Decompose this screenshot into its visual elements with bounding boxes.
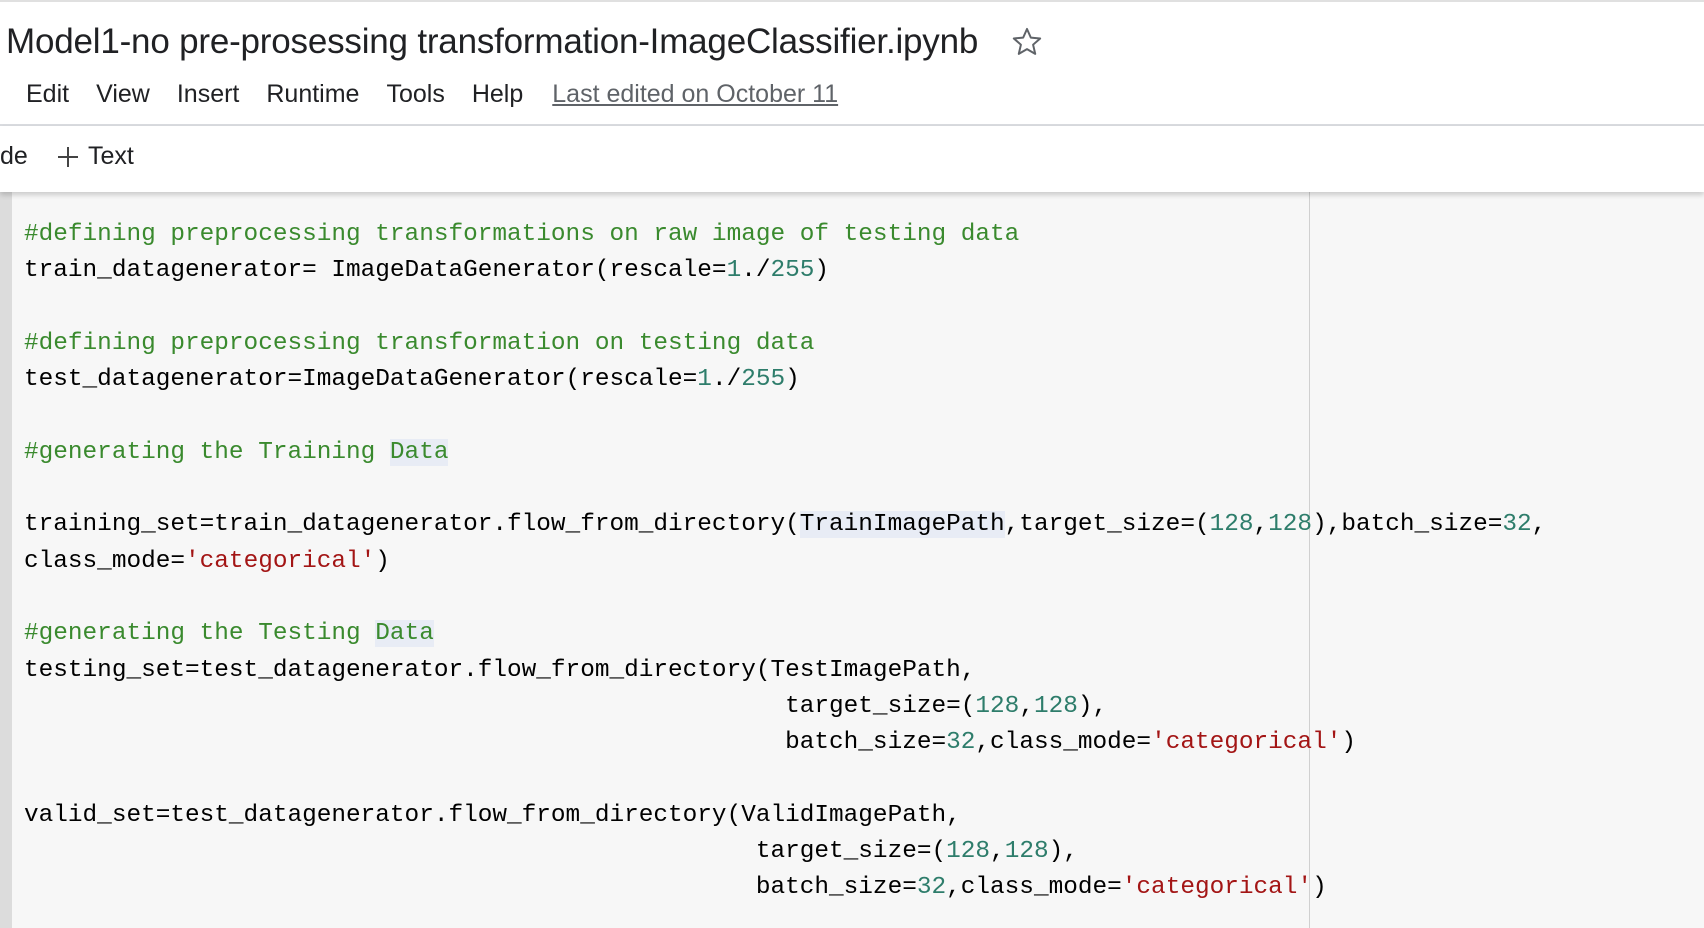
menu-item-runtime[interactable]: Runtime xyxy=(266,80,359,109)
code-line[interactable]: target_size=(128,128), xyxy=(24,834,1546,870)
code-token-plain: ) xyxy=(785,366,800,394)
code-token-plain: test_datagenerator=ImageDataGenerator(re… xyxy=(24,366,698,394)
code-token-plain: batch_size= xyxy=(24,874,917,902)
add-text-button[interactable]: Text xyxy=(58,142,134,171)
last-edited-link[interactable]: Last edited on October 11 xyxy=(552,80,838,109)
menu-item-edit[interactable]: Edit xyxy=(26,80,69,109)
code-line[interactable]: training_set=train_datagenerator.flow_fr… xyxy=(24,507,1546,543)
code-token-plain: ,class_mode= xyxy=(946,874,1122,902)
code-token-string: 'categorical' xyxy=(1121,874,1313,902)
code-token-plain: , xyxy=(1019,692,1034,720)
code-cell[interactable]: #defining preprocessing transformations … xyxy=(0,192,1704,928)
code-line[interactable]: #generating the Training Data xyxy=(24,435,1546,471)
code-token-plain: class_mode= xyxy=(24,547,186,575)
code-token-plain: train_datagenerator= ImageDataGenerator(… xyxy=(24,257,727,285)
code-token-plain: ,target_size=( xyxy=(1004,511,1210,539)
code-line[interactable]: batch_size=32,class_mode='categorical') xyxy=(24,725,1546,761)
code-line[interactable]: test_datagenerator=ImageDataGenerator(re… xyxy=(24,362,1546,398)
code-line[interactable] xyxy=(24,580,1546,616)
code-line[interactable]: #defining preprocessing transformations … xyxy=(24,217,1546,253)
code-token-plain: training_set=train_datagenerator.flow_fr… xyxy=(24,511,800,539)
plus-icon xyxy=(58,146,78,167)
star-icon[interactable] xyxy=(1010,25,1044,59)
menu-item-tools[interactable]: Tools xyxy=(386,80,444,109)
code-token-plain: ) xyxy=(375,547,390,575)
code-line[interactable] xyxy=(24,290,1546,326)
code-token-plain: , xyxy=(1253,511,1269,539)
code-token-number: 128 xyxy=(946,838,991,866)
code-token-number: 255 xyxy=(770,257,815,285)
code-token-comment: #defining preprocessing transformation o… xyxy=(24,329,815,357)
code-token-plain: ), xyxy=(1048,838,1078,866)
code-token-plain: ./ xyxy=(711,366,742,394)
code-token-plain: ) xyxy=(1341,729,1356,757)
code-line[interactable]: #generating the Testing Data xyxy=(24,616,1546,652)
code-token-plain: , xyxy=(1531,511,1547,539)
code-line[interactable] xyxy=(24,398,1546,434)
code-token-plain: ) xyxy=(1312,874,1327,902)
code-token-number: 1 xyxy=(726,257,742,285)
code-token-plain: ./ xyxy=(741,257,771,285)
code-token-plain: target_size=( xyxy=(24,692,976,720)
code-token-number: 32 xyxy=(1502,511,1532,539)
code-token-plain: ,class_mode= xyxy=(975,729,1152,757)
code-token-number: 32 xyxy=(916,874,947,902)
code-line[interactable]: batch_size=32,class_mode='categorical') xyxy=(24,870,1546,906)
code-token-comment: #defining preprocessing transformations … xyxy=(24,221,1020,248)
code-token-number: 128 xyxy=(1033,692,1078,720)
code-token-comment: #generating the Testing xyxy=(24,620,376,648)
code-token-plain: ), xyxy=(1077,692,1108,720)
code-token-number: 128 xyxy=(1004,838,1049,866)
code-token-string: 'categorical' xyxy=(185,547,376,575)
code-token-plain: batch_size= xyxy=(24,729,947,757)
add-code-button[interactable]: de xyxy=(0,142,28,171)
code-line[interactable]: class_mode='categorical') xyxy=(24,544,1546,580)
code-token-plain: TrainImagePath xyxy=(799,511,1005,539)
code-editor[interactable]: #defining preprocessing transformations … xyxy=(24,217,1546,907)
code-line[interactable]: testing_set=test_datagenerator.flow_from… xyxy=(24,653,1546,689)
code-token-number: 128 xyxy=(975,692,1020,720)
code-line[interactable]: #defining preprocessing transformation o… xyxy=(24,326,1546,362)
toolbar: de Text xyxy=(0,126,1704,192)
code-token-number: 1 xyxy=(697,366,712,394)
menu-item-view[interactable]: View xyxy=(96,80,150,109)
code-line[interactable]: valid_set=test_datagenerator.flow_from_d… xyxy=(24,798,1546,834)
menu-bar: Edit View Insert Runtime Tools Help Last… xyxy=(26,74,838,114)
code-token-number: 128 xyxy=(1209,511,1254,539)
top-border xyxy=(0,0,1704,2)
code-token-number: 128 xyxy=(1268,511,1313,539)
code-token-plain: testing_set=test_datagenerator.flow_from… xyxy=(24,656,976,684)
code-line[interactable] xyxy=(24,761,1546,797)
code-token-plain: ),batch_size= xyxy=(1312,511,1503,539)
code-line[interactable] xyxy=(24,471,1546,507)
notebook-title[interactable]: Model1-no pre-prosessing transformation-… xyxy=(6,22,978,62)
code-token-plain: , xyxy=(990,838,1005,866)
code-token-plain: target_size=( xyxy=(24,838,947,866)
code-token-comment: #generating the Training xyxy=(24,438,390,466)
menu-item-help[interactable]: Help xyxy=(472,80,523,109)
add-text-label: Text xyxy=(88,142,134,170)
code-token-number: 32 xyxy=(946,729,976,757)
code-token-comment: Data xyxy=(375,620,434,648)
code-line[interactable]: target_size=(128,128), xyxy=(24,689,1546,725)
code-token-plain: ) xyxy=(814,257,830,285)
code-token-plain: valid_set=test_datagenerator.flow_from_d… xyxy=(24,801,961,829)
code-token-string: 'categorical' xyxy=(1151,729,1342,757)
code-line[interactable]: train_datagenerator= ImageDataGenerator(… xyxy=(24,253,1546,289)
code-token-number: 255 xyxy=(741,366,786,394)
menu-item-insert[interactable]: Insert xyxy=(177,80,240,109)
cell-gutter xyxy=(0,192,12,928)
title-row: Model1-no pre-prosessing transformation-… xyxy=(6,14,1044,70)
code-token-comment: Data xyxy=(389,438,449,466)
